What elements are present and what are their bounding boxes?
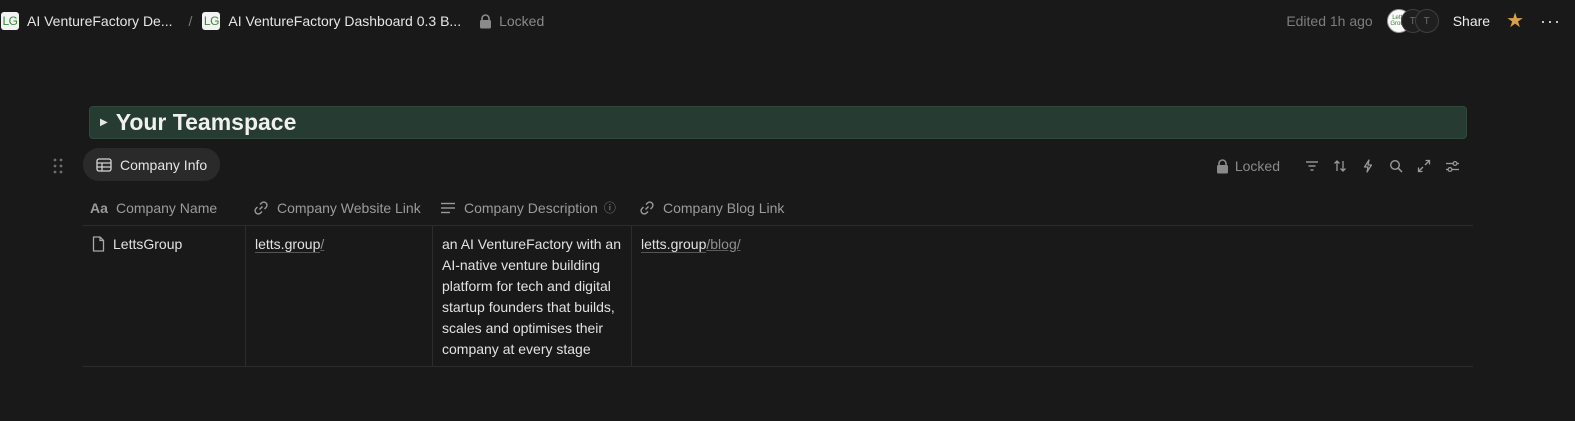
column-header-company-name[interactable]: Aa Company Name bbox=[83, 190, 246, 225]
company-blog-cell[interactable]: letts.group/blog/ bbox=[632, 226, 1473, 366]
column-header-label: Company Website Link bbox=[277, 199, 421, 216]
breadcrumb-item-page[interactable]: LG AI VentureFactory Dashboard 0.3 B... bbox=[202, 7, 461, 35]
company-name-cell[interactable]: LettsGroup bbox=[83, 226, 246, 366]
breadcrumb-label: AI VentureFactory De... bbox=[27, 13, 173, 29]
star-icon[interactable]: ★ bbox=[1506, 11, 1524, 31]
top-bar: LG AI VentureFactory De... / LG AI Ventu… bbox=[0, 0, 1575, 42]
teamspace-title: Your Teamspace bbox=[115, 109, 297, 135]
text-lines-icon bbox=[441, 202, 455, 213]
filter-icon[interactable] bbox=[1302, 156, 1322, 176]
expand-icon[interactable] bbox=[1414, 156, 1434, 176]
column-header-company-description[interactable]: Company Description ⓘ bbox=[433, 190, 632, 225]
breadcrumb-label: AI VentureFactory Dashboard 0.3 B... bbox=[228, 13, 462, 29]
company-blog-link[interactable]: letts.group/blog/ bbox=[641, 236, 741, 253]
lightning-icon[interactable] bbox=[1358, 156, 1378, 176]
table-row[interactable]: LettsGroup letts.group/ an AI VentureFac… bbox=[83, 226, 1473, 367]
share-button[interactable]: Share bbox=[1453, 13, 1490, 29]
breadcrumb-separator: / bbox=[188, 13, 193, 29]
drag-handle-icon[interactable] bbox=[52, 156, 64, 176]
lg-logo-icon: LG bbox=[1, 12, 19, 30]
company-name[interactable]: LettsGroup bbox=[113, 234, 182, 255]
link-domain: letts.group bbox=[641, 236, 707, 253]
link-path: /blog/ bbox=[706, 236, 741, 252]
more-options-icon[interactable]: ··· bbox=[1540, 11, 1561, 32]
link-domain: letts.group bbox=[255, 236, 321, 253]
lock-icon bbox=[1216, 158, 1228, 173]
page-icon bbox=[92, 236, 105, 252]
avatar-group[interactable]: Letts Group T T bbox=[1386, 9, 1439, 33]
database-locked-indicator[interactable]: Locked bbox=[1216, 158, 1280, 174]
lg-logo-icon: LG bbox=[202, 12, 221, 30]
locked-label: Locked bbox=[1234, 158, 1280, 174]
title-aa-icon: Aa bbox=[90, 199, 108, 216]
sort-icon[interactable] bbox=[1330, 156, 1350, 176]
company-website-link[interactable]: letts.group/ bbox=[255, 236, 324, 253]
view-tab-label: Company Info bbox=[120, 156, 208, 173]
company-description: an AI VentureFactory with an AI-native v… bbox=[442, 236, 621, 357]
toggle-arrow-icon[interactable]: ▶ bbox=[100, 117, 108, 128]
info-icon[interactable]: ⓘ bbox=[604, 199, 616, 216]
table-icon bbox=[96, 157, 112, 172]
column-header-label: Company Description bbox=[464, 199, 598, 216]
avatar[interactable]: T bbox=[1414, 9, 1439, 33]
view-tab-company-info[interactable]: Company Info bbox=[83, 148, 221, 181]
table-header-row: Aa Company Name Company Website Link Com… bbox=[83, 190, 1473, 226]
database-toolbar: Locked bbox=[1216, 155, 1462, 177]
column-header-label: Company Blog Link bbox=[663, 199, 785, 216]
link-icon bbox=[640, 200, 654, 215]
locked-indicator[interactable]: Locked bbox=[479, 13, 544, 29]
company-description-cell[interactable]: an AI VentureFactory with an AI-native v… bbox=[433, 226, 632, 366]
company-info-table: Aa Company Name Company Website Link Com… bbox=[83, 190, 1473, 367]
top-bar-actions: Edited 1h ago Letts Group T T Share ★ ··… bbox=[1286, 0, 1575, 42]
search-icon[interactable] bbox=[1386, 156, 1406, 176]
column-header-company-blog-link[interactable]: Company Blog Link bbox=[632, 190, 1473, 225]
teamspace-toggle-heading[interactable]: ▶ Your Teamspace bbox=[89, 106, 1467, 139]
company-website-cell[interactable]: letts.group/ bbox=[246, 226, 433, 366]
locked-label: Locked bbox=[499, 13, 545, 29]
breadcrumb-item-workspace[interactable]: LG AI VentureFactory De... bbox=[1, 7, 173, 35]
column-header-company-website-link[interactable]: Company Website Link bbox=[246, 190, 433, 225]
link-icon bbox=[254, 200, 268, 215]
lock-icon bbox=[480, 13, 492, 28]
column-header-label: Company Name bbox=[116, 199, 218, 216]
edited-timestamp: Edited 1h ago bbox=[1286, 13, 1373, 29]
link-path: / bbox=[320, 236, 325, 252]
settings-sliders-icon[interactable] bbox=[1442, 156, 1462, 176]
